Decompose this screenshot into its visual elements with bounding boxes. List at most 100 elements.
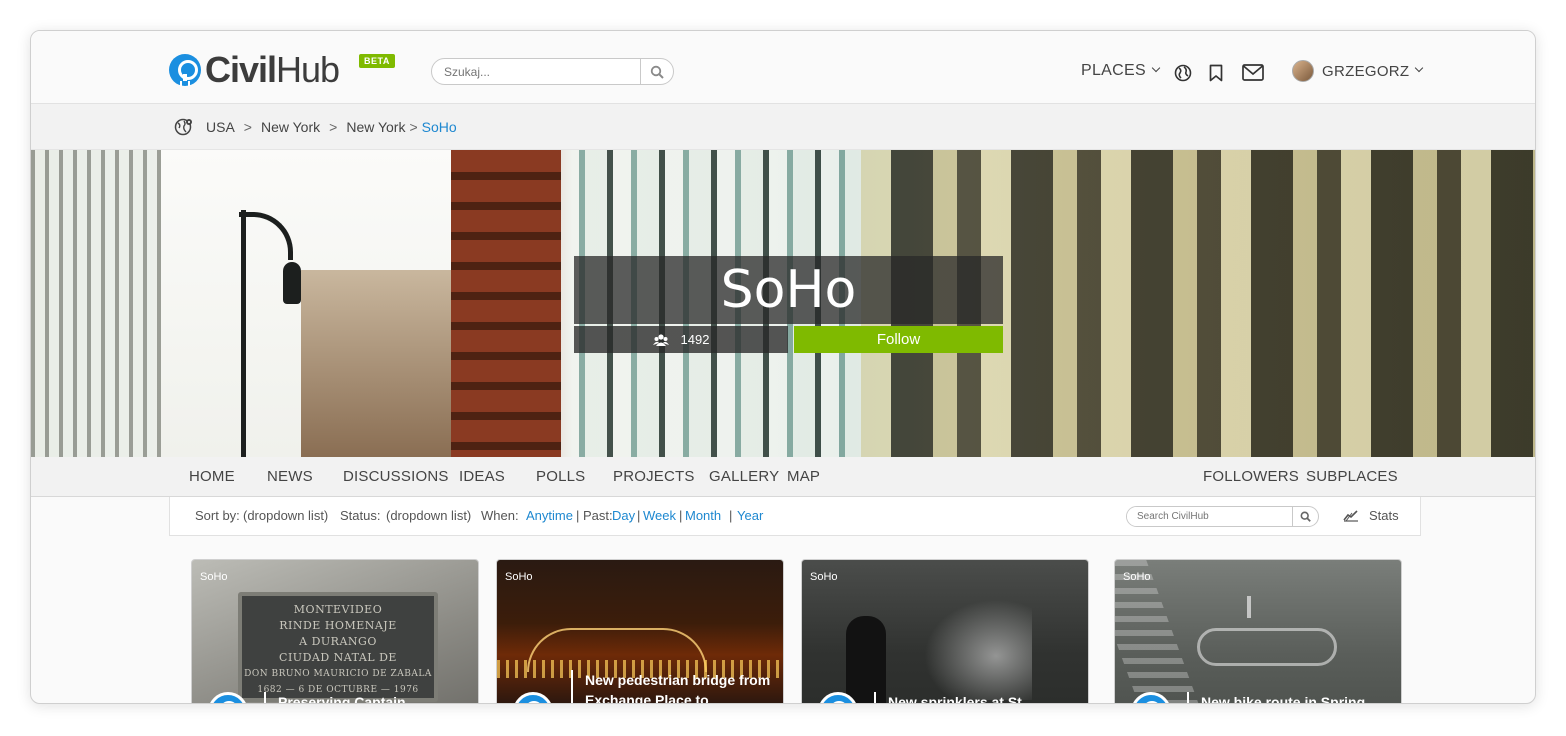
card-title[interactable]: Preserving Captain: [264, 692, 464, 703]
card-author-avatar-icon: [513, 692, 553, 703]
card-image-person: [846, 616, 886, 703]
logo-text: CivilHub: [205, 49, 340, 90]
plaque-line: RINDE HOMENAJE: [279, 619, 397, 632]
followers-number: 1492: [680, 332, 710, 347]
card-title[interactable]: New pedestrian bridge from Exchange Plac…: [571, 670, 771, 703]
tab-ideas[interactable]: IDEAS: [459, 468, 505, 485]
world-pin-icon: [174, 118, 192, 136]
breadcrumb-bar: USA > New York > New York > SoHo: [31, 104, 1535, 150]
filter-year[interactable]: Year: [737, 508, 763, 523]
bookmark-button[interactable]: [1209, 64, 1223, 87]
tab-discussions[interactable]: DISCUSSIONS: [343, 468, 449, 485]
globe-icon: [1174, 64, 1192, 82]
sort-dropdown[interactable]: (dropdown list): [243, 508, 328, 523]
top-search-button[interactable]: [640, 59, 673, 84]
chart-line-icon: [1343, 510, 1358, 522]
browser-frame: CivilHub BETA PLACES GRZEGORZ: [30, 30, 1536, 704]
tab-projects[interactable]: PROJECTS: [613, 468, 695, 485]
follow-button[interactable]: Follow: [794, 326, 1003, 353]
filter-month[interactable]: Month: [685, 508, 721, 523]
user-menu[interactable]: GRZEGORZ: [1292, 60, 1424, 82]
places-label: PLACES: [1081, 62, 1146, 79]
content-search-input[interactable]: [1127, 507, 1292, 526]
followers-count[interactable]: 1492: [574, 326, 788, 353]
content-card[interactable]: SoHo New bike route in Spring: [1114, 559, 1402, 703]
filter-separator: |: [729, 508, 733, 523]
card-place-tag[interactable]: SoHo: [1123, 571, 1151, 583]
card-image-arrow: [1247, 596, 1251, 618]
breadcrumb-separator: >: [329, 119, 338, 135]
tab-subplaces[interactable]: SUBPLACES: [1306, 468, 1398, 485]
place-title: SoHo: [720, 260, 857, 320]
top-search: [431, 58, 674, 85]
status-dropdown[interactable]: (dropdown list): [386, 508, 471, 523]
status-label: Status:: [340, 508, 381, 523]
top-search-input[interactable]: [432, 59, 640, 84]
plaque-line: MONTEVIDEO: [293, 603, 383, 616]
logo-pin-icon: [169, 54, 201, 86]
hero-banner: SoHo 1492 Follow: [31, 150, 1535, 457]
content-card[interactable]: MONTEVIDEO RINDE HOMENAJE A DURANGO CIUD…: [191, 559, 479, 703]
when-label: When:: [481, 508, 519, 523]
breadcrumb-separator: >: [243, 119, 252, 135]
top-navbar: CivilHub BETA PLACES GRZEGORZ: [31, 31, 1535, 104]
tab-home[interactable]: HOME: [189, 468, 235, 485]
filter-week[interactable]: Week: [643, 508, 676, 523]
followers-icon: [652, 333, 669, 346]
plaque-line: CIUDAD NATAL DE: [279, 651, 397, 664]
avatar: [1292, 60, 1314, 82]
chevron-down-icon: [1151, 63, 1161, 73]
tab-followers[interactable]: FOLLOWERS: [1203, 468, 1299, 485]
breadcrumb-current: SoHo: [421, 119, 457, 135]
filter-separator: |: [679, 508, 683, 523]
content-search-button[interactable]: [1292, 507, 1318, 526]
breadcrumb-separator: >: [409, 119, 418, 135]
messages-button[interactable]: [1242, 64, 1264, 86]
breadcrumb: USA > New York > New York > SoHo: [174, 117, 457, 137]
card-image-plaque: MONTEVIDEO RINDE HOMENAJE A DURANGO CIUD…: [238, 592, 438, 702]
past-label: | Past:: [576, 508, 613, 523]
plaque-line: DON BRUNO MAURICIO DE ZABALA: [244, 669, 432, 679]
tab-gallery[interactable]: GALLERY: [709, 468, 779, 485]
section-tabs: HOME NEWS DISCUSSIONS IDEAS POLLS PROJEC…: [31, 457, 1535, 497]
filter-bar: Sort by: (dropdown list) Status: (dropdo…: [169, 497, 1421, 536]
beta-badge: BETA: [359, 54, 395, 68]
stats-button[interactable]: Stats: [1343, 508, 1399, 523]
content-card[interactable]: SoHo New sprinklers at St: [801, 559, 1089, 703]
hero-photo-lamppost: [283, 262, 301, 304]
card-place-tag[interactable]: SoHo: [810, 571, 838, 583]
sort-label: Sort by:: [195, 508, 240, 523]
breadcrumb-item-new-york-state[interactable]: New York: [261, 119, 320, 135]
card-image-bike-symbol: [1197, 628, 1337, 666]
mail-icon: [1242, 64, 1264, 81]
tab-map[interactable]: MAP: [787, 468, 820, 485]
card-title[interactable]: New sprinklers at St: [874, 692, 1074, 703]
hero-photo-building: [301, 270, 451, 457]
card-place-tag[interactable]: SoHo: [200, 571, 228, 583]
user-name: GRZEGORZ: [1322, 62, 1410, 80]
card-image-sprinkler: [912, 590, 1032, 700]
chevron-down-icon: [1415, 63, 1424, 73]
search-icon: [1300, 511, 1311, 522]
filter-anytime[interactable]: Anytime: [526, 508, 573, 523]
search-icon: [650, 65, 664, 79]
hero-photo-building: [451, 150, 561, 457]
plaque-line: A DURANGO: [299, 635, 377, 648]
places-menu[interactable]: PLACES: [1081, 62, 1161, 80]
breadcrumb-item-usa[interactable]: USA: [206, 119, 235, 135]
content-card[interactable]: SoHo New pedestrian bridge from Exchange…: [496, 559, 784, 703]
bookmark-icon: [1209, 64, 1223, 82]
tab-polls[interactable]: POLLS: [536, 468, 585, 485]
card-title[interactable]: New bike route in Spring: [1187, 692, 1387, 703]
filter-separator: |: [637, 508, 641, 523]
card-place-tag[interactable]: SoHo: [505, 571, 533, 583]
breadcrumb-item-new-york-city[interactable]: New York: [346, 119, 405, 135]
place-title-box: SoHo: [574, 256, 1003, 324]
tab-news[interactable]: NEWS: [267, 468, 313, 485]
hero-photo-building: [31, 150, 171, 457]
civilhub-logo[interactable]: CivilHub BETA: [169, 49, 395, 90]
content-search: [1126, 506, 1319, 527]
filter-day[interactable]: Day: [612, 508, 635, 523]
globe-button[interactable]: [1174, 64, 1192, 87]
stats-label: Stats: [1369, 508, 1399, 523]
